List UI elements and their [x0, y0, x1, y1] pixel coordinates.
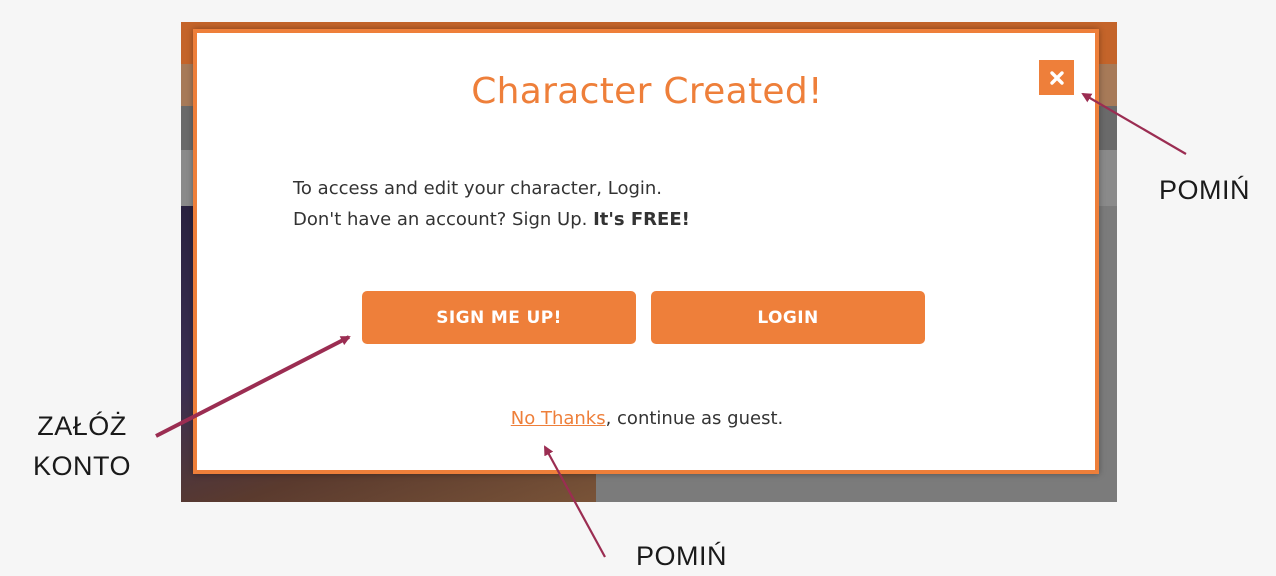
message-line-2: Don't have an account? Sign Up. It's FRE… — [293, 204, 933, 235]
annotation-skip-guest: POMIŃ — [636, 541, 728, 571]
guest-line: No Thanks, continue as guest. — [197, 408, 1097, 429]
modal-message: To access and edit your character, Login… — [293, 173, 933, 235]
no-thanks-link[interactable]: No Thanks — [511, 408, 606, 429]
guest-suffix: , continue as guest. — [605, 408, 784, 429]
annotation-create-account-line2: KONTO — [32, 451, 131, 481]
annotation-create-account: ZAŁÓŻ KONTO — [22, 406, 142, 486]
message-line-1: To access and edit your character, Login… — [293, 178, 663, 199]
login-button[interactable]: LOGIN — [651, 291, 925, 344]
message-line-2-text: Don't have an account? Sign Up. — [293, 209, 594, 230]
free-emphasis: It's FREE! — [593, 209, 690, 230]
annotation-create-account-line1: ZAŁÓŻ — [37, 411, 127, 441]
character-created-modal: Character Created! To access and edit yo… — [193, 29, 1099, 474]
modal-title: Character Created! — [471, 71, 823, 112]
annotation-skip-close: POMIŃ — [1159, 175, 1251, 205]
sign-up-button[interactable]: SIGN ME UP! — [362, 291, 636, 344]
